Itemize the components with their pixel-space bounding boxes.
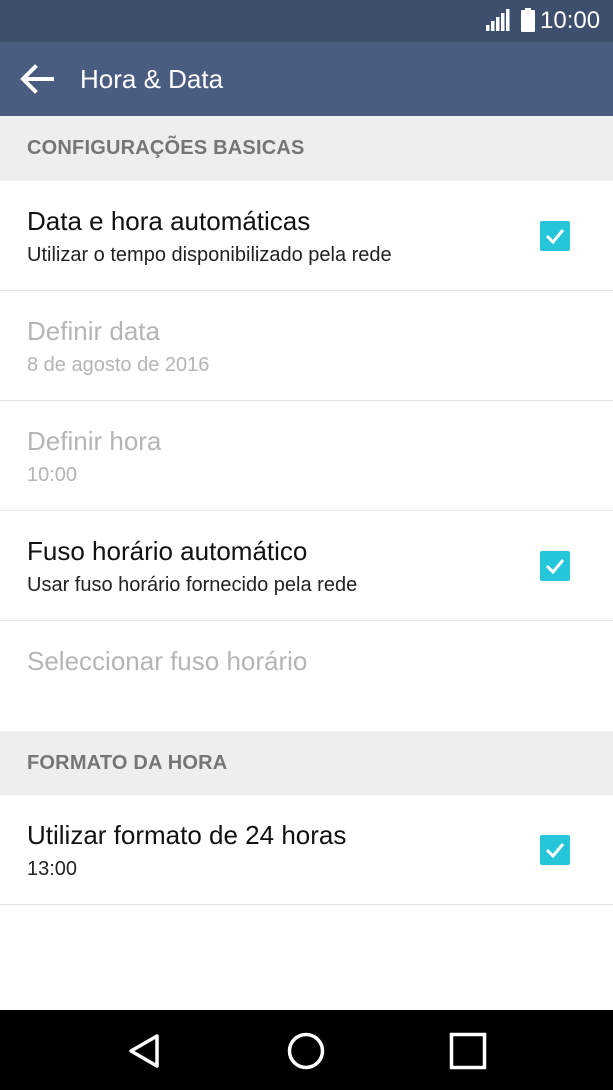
check-icon xyxy=(545,559,565,575)
status-bar: 10:00 xyxy=(0,0,613,42)
back-triangle-icon xyxy=(129,1034,159,1068)
set-date-item[interactable]: Definir data 8 de agosto de 2016 xyxy=(0,291,613,401)
auto-timezone-item[interactable]: Fuso horário automático Usar fuso horári… xyxy=(0,511,613,621)
auto-timezone-checkbox[interactable] xyxy=(540,551,570,581)
auto-date-time-item[interactable]: Data e hora automáticas Utilizar o tempo… xyxy=(0,181,613,291)
use-24-hour-format-checkbox[interactable] xyxy=(540,835,570,865)
recents-square-icon xyxy=(449,1032,487,1070)
item-title: Data e hora automáticas xyxy=(27,206,311,236)
set-time-item[interactable]: Definir hora 10:00 xyxy=(0,401,613,511)
item-subtitle: 10:00 xyxy=(27,464,78,486)
home-circle-icon xyxy=(287,1032,325,1070)
item-subtitle: Usar fuso horário fornecido pela rede xyxy=(27,574,358,596)
back-button[interactable] xyxy=(10,54,64,104)
nav-recents-button[interactable] xyxy=(443,1026,493,1076)
section-header-label: CONFIGURAÇÕES BASICAS xyxy=(27,137,305,159)
section-header-basic-settings: CONFIGURAÇÕES BASICAS xyxy=(0,116,613,181)
use-24-hour-format-item[interactable]: Utilizar formato de 24 horas 13:00 xyxy=(0,795,613,905)
item-title: Fuso horário automático xyxy=(27,536,308,566)
status-clock: 10:00 xyxy=(540,7,601,34)
arrow-left-icon xyxy=(20,64,54,94)
item-subtitle: 8 de agosto de 2016 xyxy=(27,354,210,376)
item-title: Seleccionar fuso horário xyxy=(27,646,308,676)
item-subtitle: 13:00 xyxy=(27,858,78,880)
check-icon xyxy=(545,229,565,245)
nav-home-button[interactable] xyxy=(281,1026,331,1076)
auto-date-time-checkbox[interactable] xyxy=(540,221,570,251)
signal-icon xyxy=(486,9,510,31)
select-timezone-item[interactable]: Seleccionar fuso horário xyxy=(0,621,613,731)
nav-back-button[interactable] xyxy=(119,1026,169,1076)
item-title: Utilizar formato de 24 horas xyxy=(27,820,347,850)
navigation-bar xyxy=(0,1010,613,1090)
section-header-time-format: FORMATO DA HORA xyxy=(0,731,613,795)
item-title: Definir hora xyxy=(27,426,162,456)
battery-icon xyxy=(521,8,535,32)
item-title: Definir data xyxy=(27,316,160,346)
check-icon xyxy=(545,843,565,859)
page-title: Hora & Data xyxy=(80,64,224,94)
item-subtitle: Utilizar o tempo disponibilizado pela re… xyxy=(27,244,392,266)
section-header-label: FORMATO DA HORA xyxy=(27,752,228,774)
app-bar: Hora & Data xyxy=(0,42,613,116)
